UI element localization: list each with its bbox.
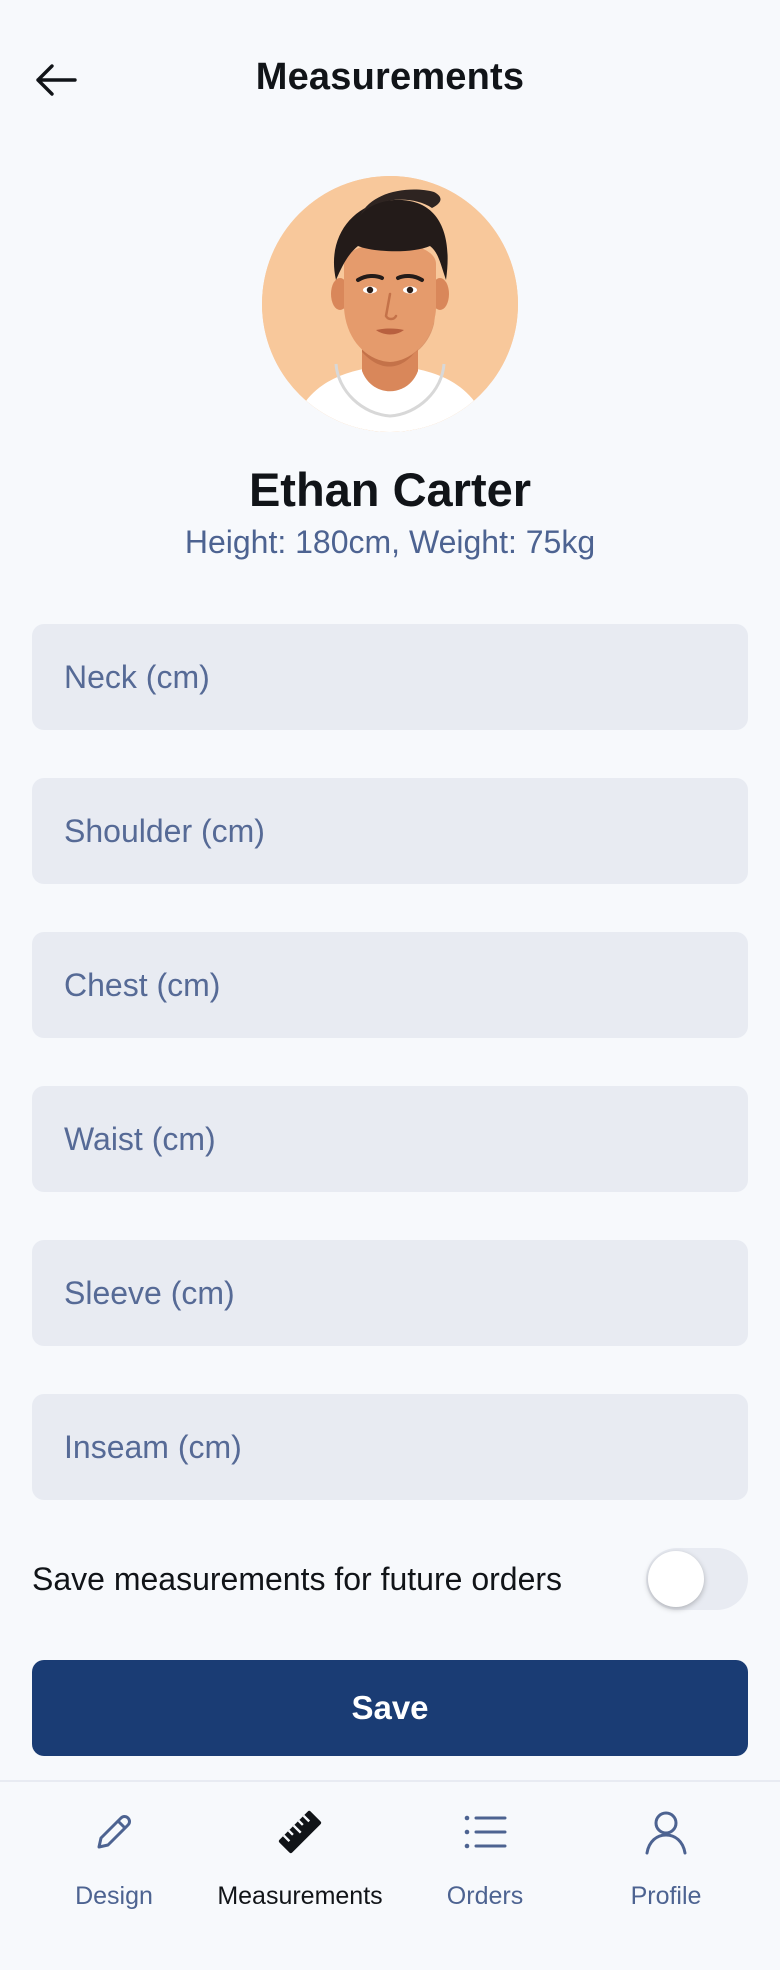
list-icon [461,1808,509,1856]
neck-input[interactable] [32,624,748,730]
nav-item-measurements[interactable]: Measurements [210,1808,390,1928]
user-stats: Height: 180cm, Weight: 75kg [184,524,596,560]
page-title: Measurements [255,56,525,98]
nav-item-design[interactable]: Design [24,1808,204,1928]
nav-label-design: Design [75,1882,153,1910]
avatar-illustration [262,176,518,432]
nav-label-orders: Orders [446,1882,524,1910]
save-measurements-label: Save measurements for future orders [32,1560,563,1597]
save-measurements-toggle[interactable] [646,1548,748,1610]
shoulder-input[interactable] [32,778,748,884]
waist-input[interactable] [32,1086,748,1192]
nav-label-profile: Profile [630,1882,702,1910]
nav-item-profile[interactable]: Profile [576,1808,756,1928]
avatar [262,176,518,432]
nav-label-measurements: Measurements [217,1882,383,1910]
pencil-icon [90,1808,138,1856]
inseam-input[interactable] [32,1394,748,1500]
save-measurements-row: Save measurements for future orders [32,1548,748,1610]
chest-input[interactable] [32,932,748,1038]
user-name: Ethan Carter [248,463,532,516]
measurements-screen: Measurements Ethan Carter Height: 180cm,… [0,0,780,1970]
nav-item-orders[interactable]: Orders [395,1808,575,1928]
bottom-nav: Design Measurements Orders Profile [0,1780,780,1970]
ruler-icon [276,1808,324,1856]
header: Measurements [0,0,780,160]
user-icon [642,1808,690,1856]
save-button[interactable]: Save [32,1660,748,1756]
toggle-knob [648,1551,704,1607]
sleeve-input[interactable] [32,1240,748,1346]
